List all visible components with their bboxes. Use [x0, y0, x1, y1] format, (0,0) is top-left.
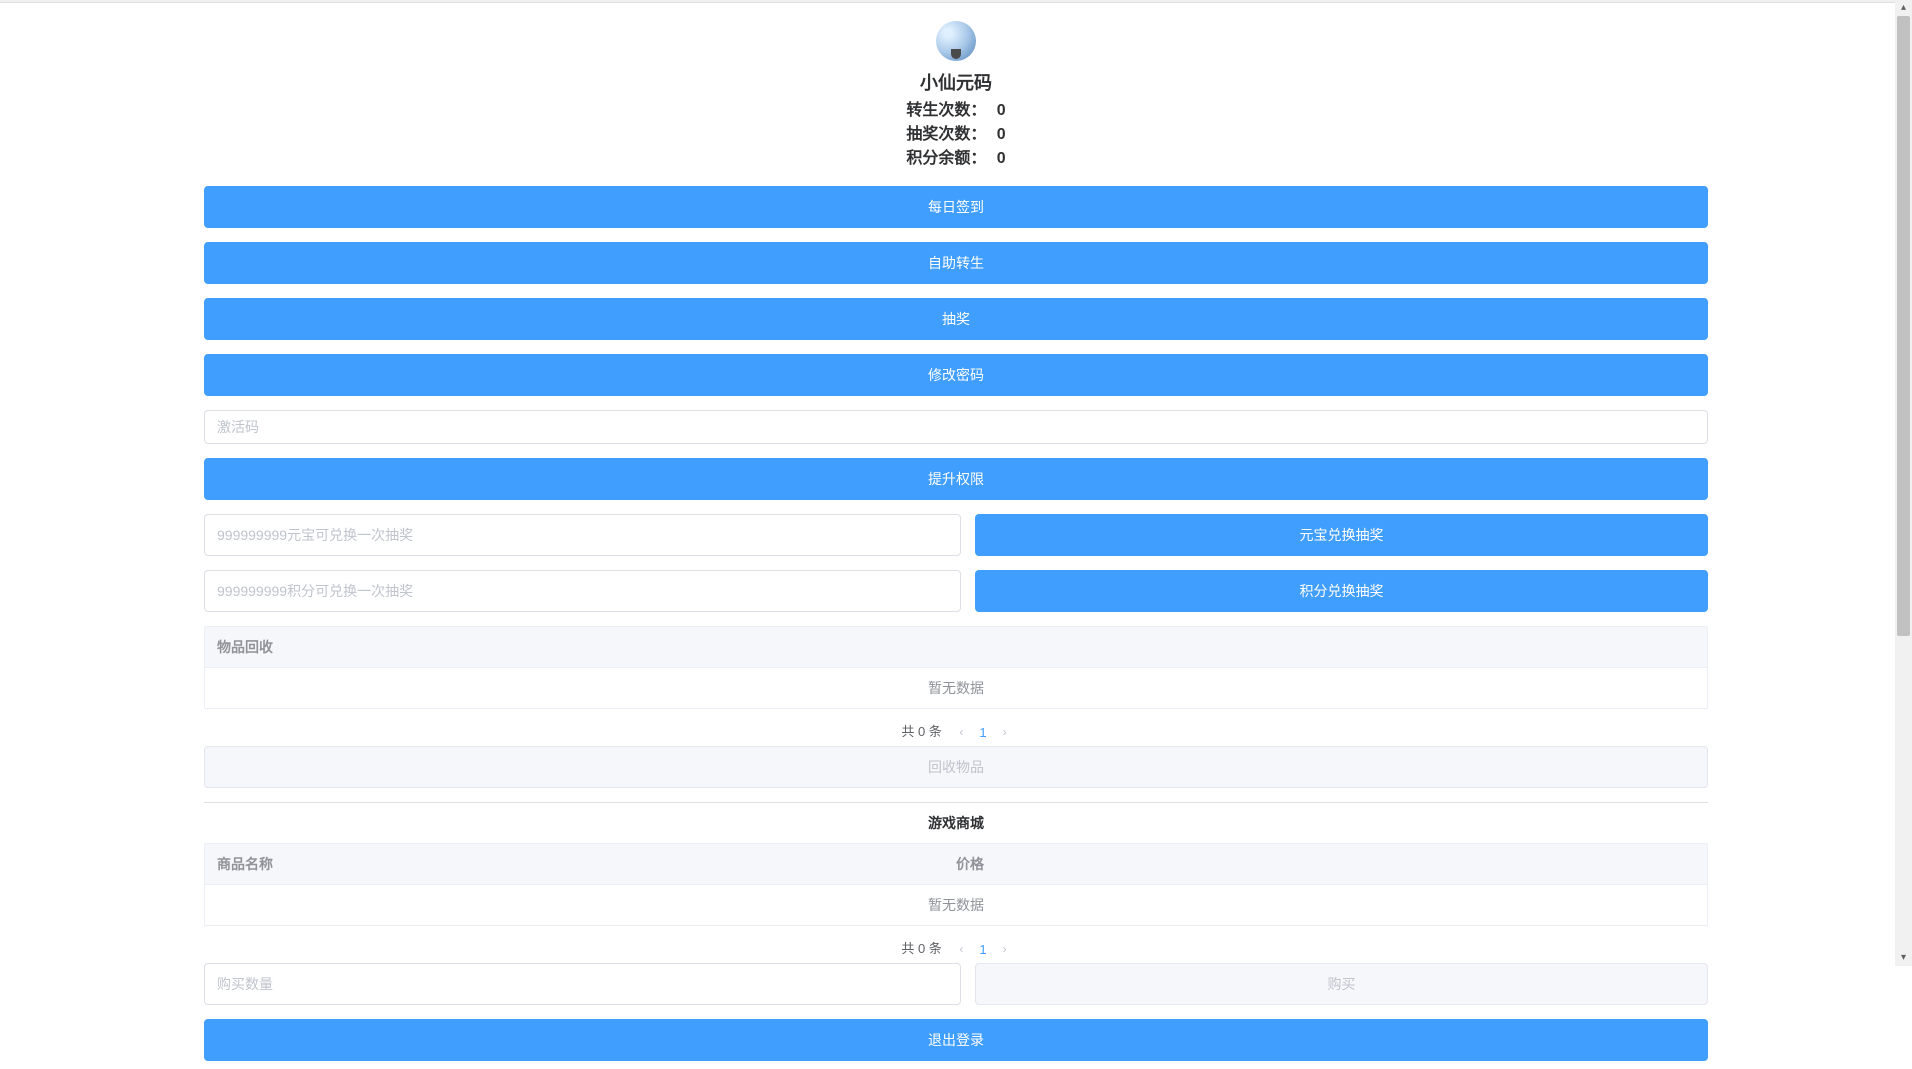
stat-rebirth-label: 转生次数：: [906, 99, 986, 123]
mall-title: 游戏商城: [204, 803, 1708, 843]
mall-col-name: 商品名称: [217, 854, 956, 874]
stat-lottery-value: 0: [997, 123, 1006, 147]
change-password-button[interactable]: 修改密码: [204, 354, 1708, 396]
stat-points-label: 积分余额：: [906, 147, 986, 171]
recycle-table-header: 物品回收: [205, 627, 1707, 668]
purchase-button: 购买: [975, 963, 1708, 1005]
recycle-table: 物品回收 暂无数据: [204, 626, 1708, 709]
mall-table-empty: 暂无数据: [205, 885, 1707, 925]
activation-code-input[interactable]: [204, 410, 1708, 444]
mall-table-header: 商品名称 价格: [205, 844, 1707, 885]
recycle-total: 共 0 条: [901, 724, 941, 739]
mall-next-icon[interactable]: ›: [999, 942, 1011, 956]
mall-total: 共 0 条: [901, 941, 941, 956]
mall-page-num[interactable]: 1: [975, 942, 990, 957]
recycle-prev-icon[interactable]: ‹: [955, 725, 967, 739]
points-exchange-row: 积分兑换抽奖: [204, 570, 1708, 612]
main-container: 小仙元码 转生次数： 0 抽奖次数： 0 积分余额： 0 每日签到 自助转生 抽…: [196, 3, 1716, 1069]
stat-rebirth: 转生次数： 0: [204, 99, 1708, 123]
upgrade-permission-button[interactable]: 提升权限: [204, 458, 1708, 500]
recycle-table-empty: 暂无数据: [205, 668, 1707, 708]
mall-prev-icon[interactable]: ‹: [955, 942, 967, 956]
scrollbar-thumb[interactable]: [1897, 16, 1910, 636]
recycle-page-num[interactable]: 1: [975, 725, 990, 740]
purchase-qty-input[interactable]: [204, 963, 961, 1005]
stat-lottery: 抽奖次数： 0: [204, 123, 1708, 147]
vertical-scrollbar[interactable]: ▴ ▾: [1895, 0, 1912, 966]
self-rebirth-button[interactable]: 自助转生: [204, 242, 1708, 284]
recycle-col-header: 物品回收: [217, 637, 1695, 657]
points-exchange-button[interactable]: 积分兑换抽奖: [975, 570, 1708, 612]
lottery-button[interactable]: 抽奖: [204, 298, 1708, 340]
scroll-up-icon[interactable]: ▴: [1895, 0, 1912, 16]
recycle-pagination: 共 0 条 ‹ 1 ›: [204, 715, 1708, 746]
yuanbao-exchange-button[interactable]: 元宝兑换抽奖: [975, 514, 1708, 556]
purchase-row: 购买: [204, 963, 1708, 1005]
stat-points-value: 0: [997, 147, 1006, 171]
yuanbao-input[interactable]: [204, 514, 961, 556]
yuanbao-exchange-row: 元宝兑换抽奖: [204, 514, 1708, 556]
logout-button[interactable]: 退出登录: [204, 1019, 1708, 1061]
header-section: 小仙元码 转生次数： 0 抽奖次数： 0 积分余额： 0: [204, 11, 1708, 186]
username-label: 小仙元码: [204, 69, 1708, 95]
stat-lottery-label: 抽奖次数：: [906, 123, 986, 147]
stat-points: 积分余额： 0: [204, 147, 1708, 171]
recycle-next-icon[interactable]: ›: [999, 725, 1011, 739]
daily-signin-button[interactable]: 每日签到: [204, 186, 1708, 228]
mall-pagination: 共 0 条 ‹ 1 ›: [204, 932, 1708, 963]
recycle-item-button: 回收物品: [204, 746, 1708, 788]
mall-col-price: 价格: [956, 854, 1695, 874]
stat-rebirth-value: 0: [997, 99, 1006, 123]
user-avatar: [936, 21, 976, 61]
mall-table: 商品名称 价格 暂无数据: [204, 843, 1708, 926]
scroll-down-icon[interactable]: ▾: [1895, 950, 1912, 966]
points-input[interactable]: [204, 570, 961, 612]
